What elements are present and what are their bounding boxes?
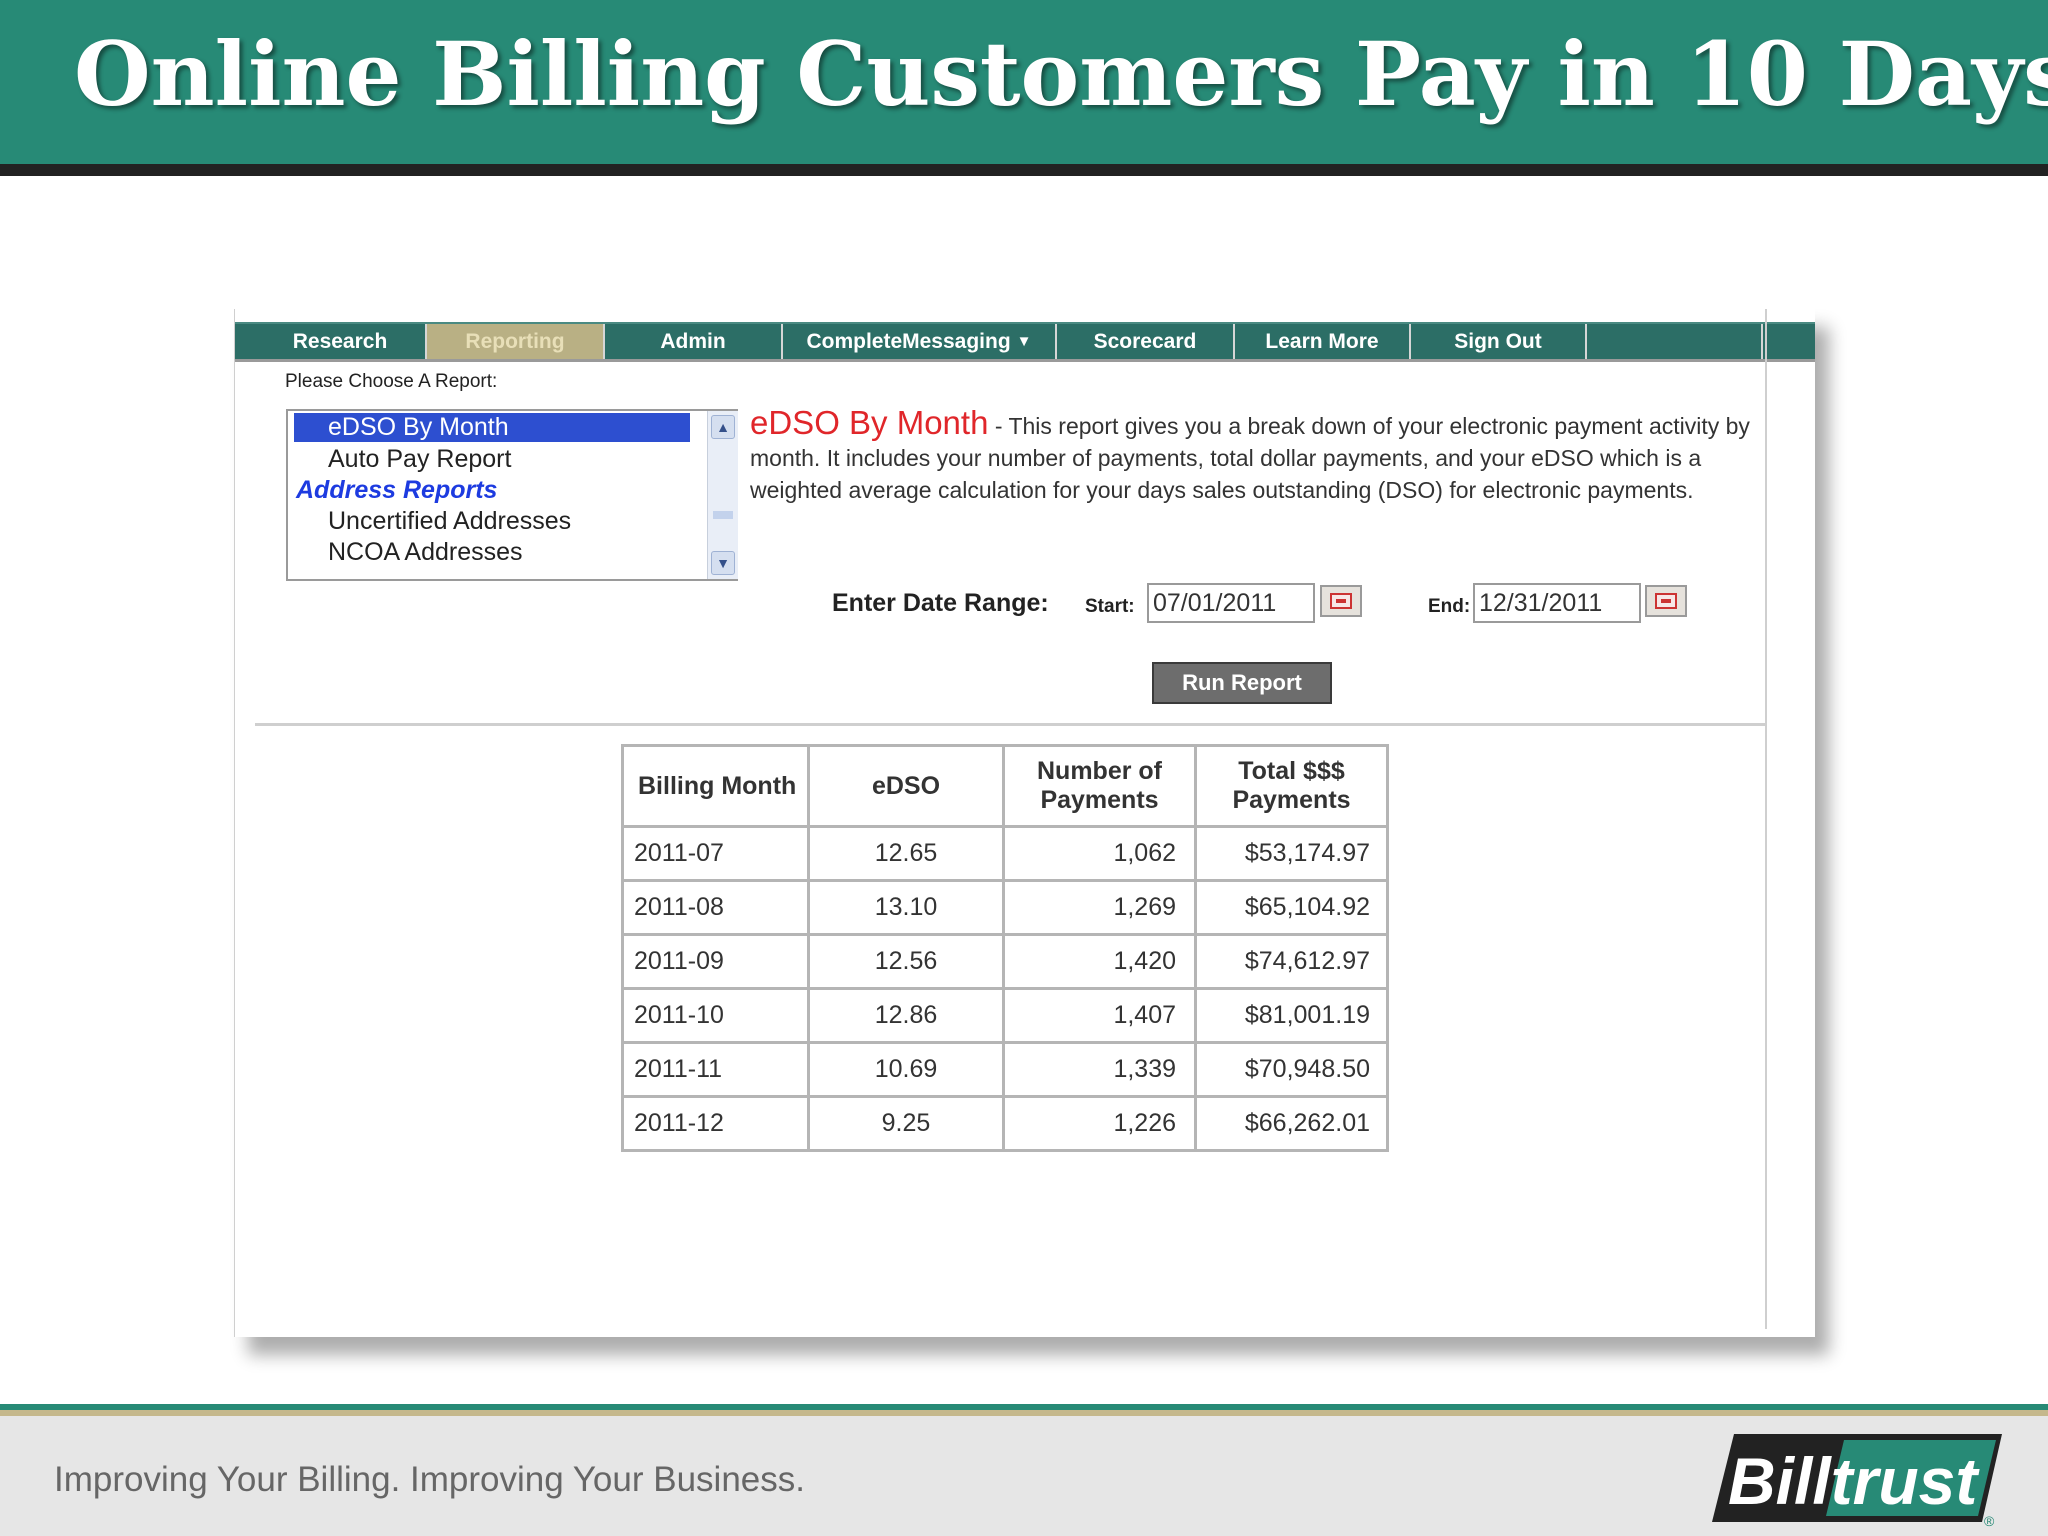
cell-payments: 1,407 <box>1002 987 1197 1044</box>
edso-table: Billing Month eDSO Number of Payments To… <box>621 744 1389 1152</box>
cell-edso: 12.56 <box>807 933 1005 990</box>
table-row: 2011-11 10.69 1,339 $70,948.50 <box>621 1041 1389 1098</box>
table-row: 2011-07 12.65 1,062 $53,174.97 <box>621 825 1389 882</box>
cell-edso: 12.65 <box>807 825 1005 882</box>
table-row: 2011-12 9.25 1,226 $66,262.01 <box>621 1095 1389 1152</box>
scroll-up-icon[interactable]: ▲ <box>711 415 735 439</box>
end-date-input[interactable] <box>1473 583 1641 623</box>
report-title: eDSO By Month <box>750 404 989 441</box>
report-description: eDSO By Month - This report gives you a … <box>750 404 1760 506</box>
tab-reporting[interactable]: Reporting <box>427 324 605 359</box>
cell-month: 2011-08 <box>621 879 810 936</box>
slide-header: Online Billing Customers Pay in 10 Days <box>0 0 2048 176</box>
cell-month: 2011-09 <box>621 933 810 990</box>
tab-empty <box>1587 324 1763 359</box>
cell-payments: 1,226 <box>1002 1095 1197 1152</box>
report-listbox[interactable]: eDSO By Month Auto Pay Report Address Re… <box>286 409 738 581</box>
tab-research[interactable]: Research <box>255 324 427 359</box>
logo-text: Billtrust <box>1728 1444 1980 1518</box>
tab-label: CompleteMessaging <box>806 329 1011 353</box>
table-row: 2011-10 12.86 1,407 $81,001.19 <box>621 987 1389 1044</box>
report-picker-label: Please Choose A Report: <box>285 371 498 392</box>
tab-label: Sign Out <box>1454 329 1542 353</box>
report-option-uncertified-addresses[interactable]: Uncertified Addresses <box>328 507 571 536</box>
cell-payments: 1,062 <box>1002 825 1197 882</box>
cell-month: 2011-10 <box>621 987 810 1044</box>
cell-total: $70,948.50 <box>1194 1041 1389 1098</box>
cell-total: $66,262.01 <box>1194 1095 1389 1152</box>
tab-sign-out[interactable]: Sign Out <box>1411 324 1587 359</box>
caret-down-icon: ▼ <box>1016 333 1032 350</box>
tab-scorecard[interactable]: Scorecard <box>1057 324 1235 359</box>
tab-learn-more[interactable]: Learn More <box>1235 324 1411 359</box>
report-group-address: Address Reports <box>296 476 498 504</box>
cell-payments: 1,269 <box>1002 879 1197 936</box>
app-screenshot: Research Reporting Admin CompleteMessagi… <box>234 309 1815 1337</box>
col-total-payments: Total $$$ Payments <box>1194 744 1389 828</box>
cell-payments: 1,420 <box>1002 933 1197 990</box>
tab-label: Scorecard <box>1093 329 1197 353</box>
start-date-input[interactable] <box>1147 583 1315 623</box>
scroll-thumb[interactable] <box>713 511 733 519</box>
col-billing-month: Billing Month <box>621 744 810 828</box>
panel-divider <box>1765 309 1767 1329</box>
end-calendar-icon[interactable] <box>1645 585 1687 617</box>
cell-edso: 9.25 <box>807 1095 1005 1152</box>
col-edso: eDSO <box>807 744 1005 828</box>
col-number-of-payments: Number of Payments <box>1002 744 1197 828</box>
section-divider <box>255 723 1767 726</box>
main-nav: Research Reporting Admin CompleteMessagi… <box>235 322 1815 362</box>
date-range-label: Enter Date Range: <box>832 589 1049 617</box>
tab-label: Research <box>292 329 388 353</box>
cell-edso: 13.10 <box>807 879 1005 936</box>
cell-month: 2011-12 <box>621 1095 810 1152</box>
tab-admin[interactable]: Admin <box>605 324 783 359</box>
cell-total: $81,001.19 <box>1194 987 1389 1044</box>
registered-mark: ® <box>1984 1513 1995 1528</box>
start-label: Start: <box>1085 596 1135 617</box>
report-option-edso-by-month[interactable]: eDSO By Month <box>294 413 690 442</box>
end-label: End: <box>1428 596 1471 617</box>
tab-label: Reporting <box>465 329 565 353</box>
report-option-auto-pay[interactable]: Auto Pay Report <box>328 445 511 474</box>
cell-payments: 1,339 <box>1002 1041 1197 1098</box>
cell-month: 2011-07 <box>621 825 810 882</box>
cell-edso: 12.86 <box>807 987 1005 1044</box>
report-option-ncoa-addresses[interactable]: NCOA Addresses <box>328 538 523 567</box>
cell-month: 2011-11 <box>621 1041 810 1098</box>
cell-edso: 10.69 <box>807 1041 1005 1098</box>
footer-tagline: Improving Your Billing. Improving Your B… <box>54 1460 805 1499</box>
cell-total: $53,174.97 <box>1194 825 1389 882</box>
tab-label: Learn More <box>1265 329 1379 353</box>
table-row: 2011-08 13.10 1,269 $65,104.92 <box>621 879 1389 936</box>
slide-footer: Improving Your Billing. Improving Your B… <box>0 1416 2048 1536</box>
slide-title: Online Billing Customers Pay in 10 Days <box>74 22 2048 126</box>
start-calendar-icon[interactable] <box>1320 585 1362 617</box>
billtrust-logo: Billtrust ® <box>1712 1434 2002 1528</box>
tab-label: Admin <box>660 329 726 353</box>
cell-total: $74,612.97 <box>1194 933 1389 990</box>
table-header-row: Billing Month eDSO Number of Payments To… <box>621 744 1389 828</box>
tab-completemessaging[interactable]: CompleteMessaging ▼ <box>783 324 1057 359</box>
scroll-down-icon[interactable]: ▼ <box>711 551 735 575</box>
listbox-scrollbar[interactable]: ▲ ▼ <box>707 411 738 579</box>
run-report-button[interactable]: Run Report <box>1152 662 1332 704</box>
cell-total: $65,104.92 <box>1194 879 1389 936</box>
table-row: 2011-09 12.56 1,420 $74,612.97 <box>621 933 1389 990</box>
